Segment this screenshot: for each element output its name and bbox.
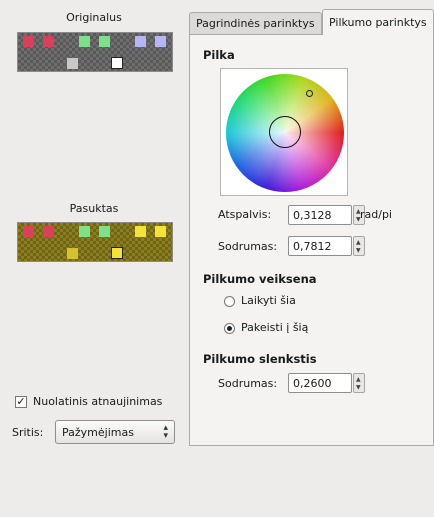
threshold-saturation-label: Sodrumas: <box>218 377 278 390</box>
swatch <box>67 58 78 69</box>
hue-saturation-wheel[interactable] <box>220 68 348 196</box>
change-radio[interactable] <box>224 323 235 334</box>
swatch <box>135 36 146 47</box>
threshold-circle <box>269 116 301 148</box>
swatch <box>99 36 110 47</box>
chevron-down-icon[interactable]: ▼ <box>356 385 361 391</box>
swatch <box>43 36 54 47</box>
swatch <box>99 226 110 237</box>
swatch <box>135 226 146 237</box>
original-preview <box>17 32 173 72</box>
hue-unit: rad/pi <box>360 208 392 221</box>
tab-basic-options[interactable]: Pagrindinės parinktys <box>189 12 322 34</box>
saturation-label: Sodrumas: <box>218 240 278 253</box>
swatch <box>79 36 90 47</box>
swatch <box>111 57 123 69</box>
hue-label: Atspalvis: <box>218 208 272 221</box>
threshold-stepper[interactable]: ▲ ▼ <box>353 373 365 393</box>
area-select[interactable]: Pažymėjimas ▴ ▾ <box>55 420 175 444</box>
chevron-up-icon[interactable]: ▲ <box>356 377 361 383</box>
threshold-saturation-input[interactable]: 0,2600 ▲ ▼ <box>288 373 365 393</box>
hue-value: 0,3128 <box>293 209 332 222</box>
swatch <box>23 36 34 47</box>
saturation-input[interactable]: 0,7812 ▲ ▼ <box>288 236 365 256</box>
swatch <box>43 226 54 237</box>
chevron-updown-icon: ▴ ▾ <box>163 423 168 441</box>
hue-marker-icon[interactable] <box>306 90 313 97</box>
swatch <box>23 226 34 237</box>
gray-mode-title: Pilkumo veiksena <box>203 272 317 286</box>
change-label: Pakeisti į šią <box>241 321 309 334</box>
tab-gray-options[interactable]: Pilkumo parinktys <box>322 9 434 35</box>
keep-radio[interactable] <box>224 296 235 307</box>
swatch <box>79 226 90 237</box>
chevron-down-icon[interactable]: ▼ <box>356 248 361 254</box>
area-select-value: Pažymėjimas <box>62 426 134 439</box>
gray-threshold-title: Pilkumo slenkstis <box>203 352 317 366</box>
area-label: Sritis: <box>12 426 44 439</box>
rotated-label: Pasuktas <box>69 202 119 215</box>
continuous-update-label: Nuolatinis atnaujinimas <box>33 395 163 408</box>
rotated-preview <box>17 222 173 262</box>
keep-label: Laikyti šia <box>241 294 296 307</box>
hue-input[interactable]: 0,3128 ▲ ▼ <box>288 205 365 225</box>
gray-section-title: Pilka <box>203 48 235 62</box>
saturation-stepper[interactable]: ▲ ▼ <box>353 236 365 256</box>
original-label: Originalus <box>66 11 122 24</box>
swatch <box>67 248 78 259</box>
saturation-value: 0,7812 <box>293 240 332 253</box>
threshold-saturation-value: 0,2600 <box>293 377 332 390</box>
chevron-up-icon[interactable]: ▲ <box>356 240 361 246</box>
swatch <box>155 36 166 47</box>
swatch <box>111 247 123 259</box>
swatch <box>155 226 166 237</box>
continuous-update-checkbox[interactable]: ✓ <box>15 396 27 408</box>
